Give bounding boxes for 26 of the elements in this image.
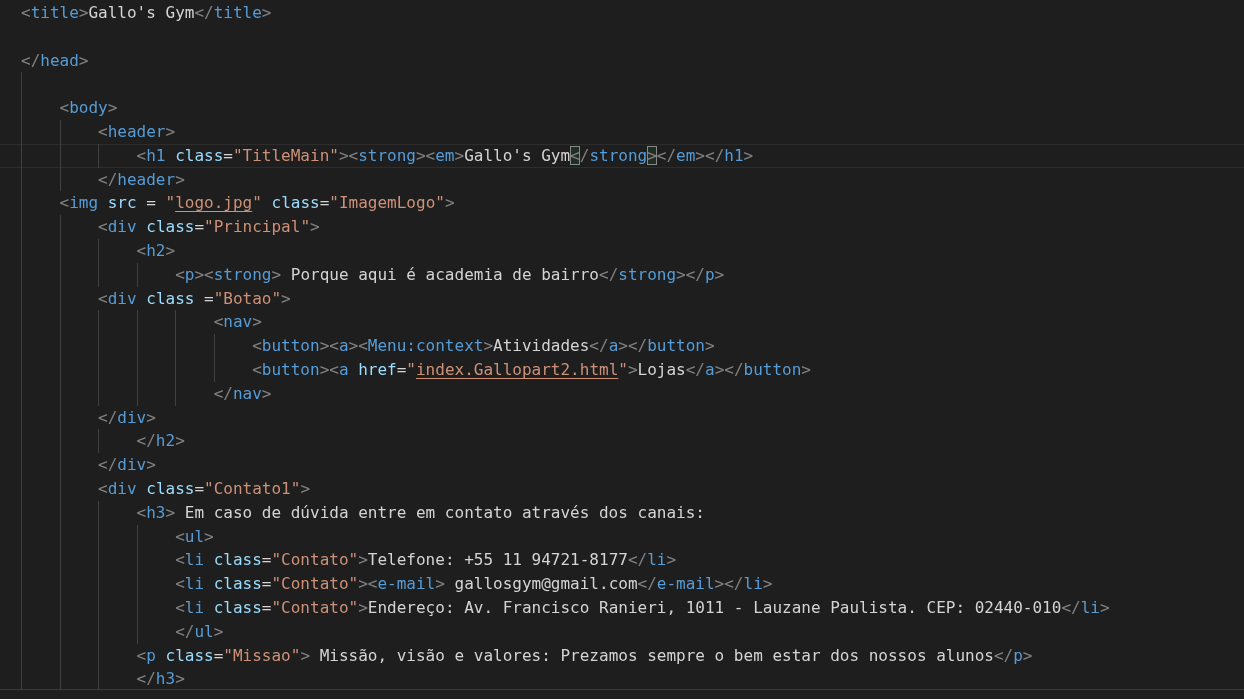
- code-line: </h3>: [135, 669, 185, 689]
- code-line: </div>: [97, 455, 156, 475]
- code-line: <h2>: [135, 240, 176, 260]
- code-line: <li class="Contato">Endereço: Av. Francisco Ranieri, 1011 - Lauzane Paulista. CEP: 02440-010</li>: [174, 597, 1110, 617]
- code-line: </ul>: [174, 621, 224, 641]
- code-line: <header>: [97, 122, 176, 141]
- code-line: <p class="Missao"> Missão, visão e valores: Prezamos sempre o bem estar dos nossos alunos</p>: [135, 645, 1033, 665]
- code-line: <body>: [58, 98, 118, 118]
- code-line: <button><a><Menu:context>Atividades</a></button>: [251, 336, 715, 356]
- code-line: </head>: [21, 50, 89, 70]
- code-line: <p><strong> Porque aqui é academia de bairro</strong></p>: [174, 264, 725, 284]
- code-line: <img src = "logo.jpg" class="ImagemLogo">: [58, 193, 455, 213]
- code-line: <div class="Contato1">: [97, 478, 310, 498]
- code-line: <title>Gallo's Gym</title>: [21, 3, 272, 22]
- code-line: </h2>: [135, 431, 185, 451]
- code-line: </div>: [97, 407, 156, 427]
- code-line: <li class="Contato"><e-mail> gallosgym@gmail.com</e-mail></li>: [174, 574, 773, 594]
- code-line: <ul>: [174, 526, 214, 546]
- code-line: </nav>: [212, 383, 272, 403]
- code-line: <div class ="Botao">: [97, 288, 291, 308]
- code-line: <h3> Em caso de dúvida entre em contato através dos canais:: [135, 502, 705, 522]
- code-line: <button><a href="index.Gallopart2.html">Lojas</a></button>: [251, 359, 811, 379]
- code-line: <li class="Contato">Telefone: +55 11 94721-8177</li>: [174, 550, 677, 570]
- code-line: <div class="Principal">: [97, 217, 320, 237]
- code-line: </header>: [97, 169, 185, 189]
- code-line: <nav>: [212, 312, 262, 332]
